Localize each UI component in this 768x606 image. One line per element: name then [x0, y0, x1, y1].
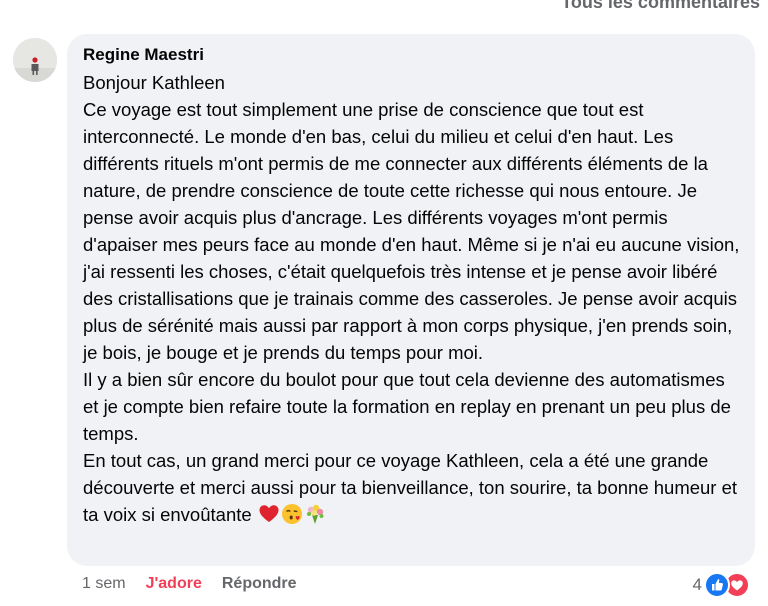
love-reaction-button[interactable]: J'adore [146, 574, 202, 594]
red-heart-icon [258, 503, 280, 525]
like-reaction-icon [704, 572, 730, 598]
avatar-photo [13, 38, 57, 82]
reaction-summary[interactable]: 4 [693, 572, 750, 598]
bouquet-icon [304, 503, 326, 525]
comment-timestamp[interactable]: 1 sem [82, 574, 126, 594]
comment-view: Tous les commentaires Regine Maestri Bon… [0, 0, 768, 606]
comment-text: Bonjour Kathleen Ce voyage est tout simp… [83, 69, 743, 528]
comment-paragraph: Ce voyage est tout simplement une prise … [83, 99, 740, 363]
comment-author[interactable]: Regine Maestri [83, 44, 743, 66]
comment-bubble: Regine Maestri Bonjour Kathleen Ce voyag… [67, 34, 755, 566]
comment-paragraph-last: En tout cas, un grand merci pour ce voya… [83, 447, 743, 528]
face-blowing-kiss-icon [281, 503, 303, 525]
reply-button[interactable]: Répondre [222, 574, 297, 594]
avatar[interactable] [13, 38, 57, 82]
comment-paragraph: Il y a bien sûr encore du boulot pour qu… [83, 369, 731, 444]
reaction-count: 4 [692, 575, 702, 594]
all-comments-link[interactable]: Tous les commentaires [561, 0, 760, 13]
comment-paragraph-text: En tout cas, un grand merci pour ce voya… [83, 450, 738, 525]
comment-actions: 1 sem J'adore Répondre [82, 574, 297, 594]
comment-greeting: Bonjour Kathleen [83, 72, 225, 93]
